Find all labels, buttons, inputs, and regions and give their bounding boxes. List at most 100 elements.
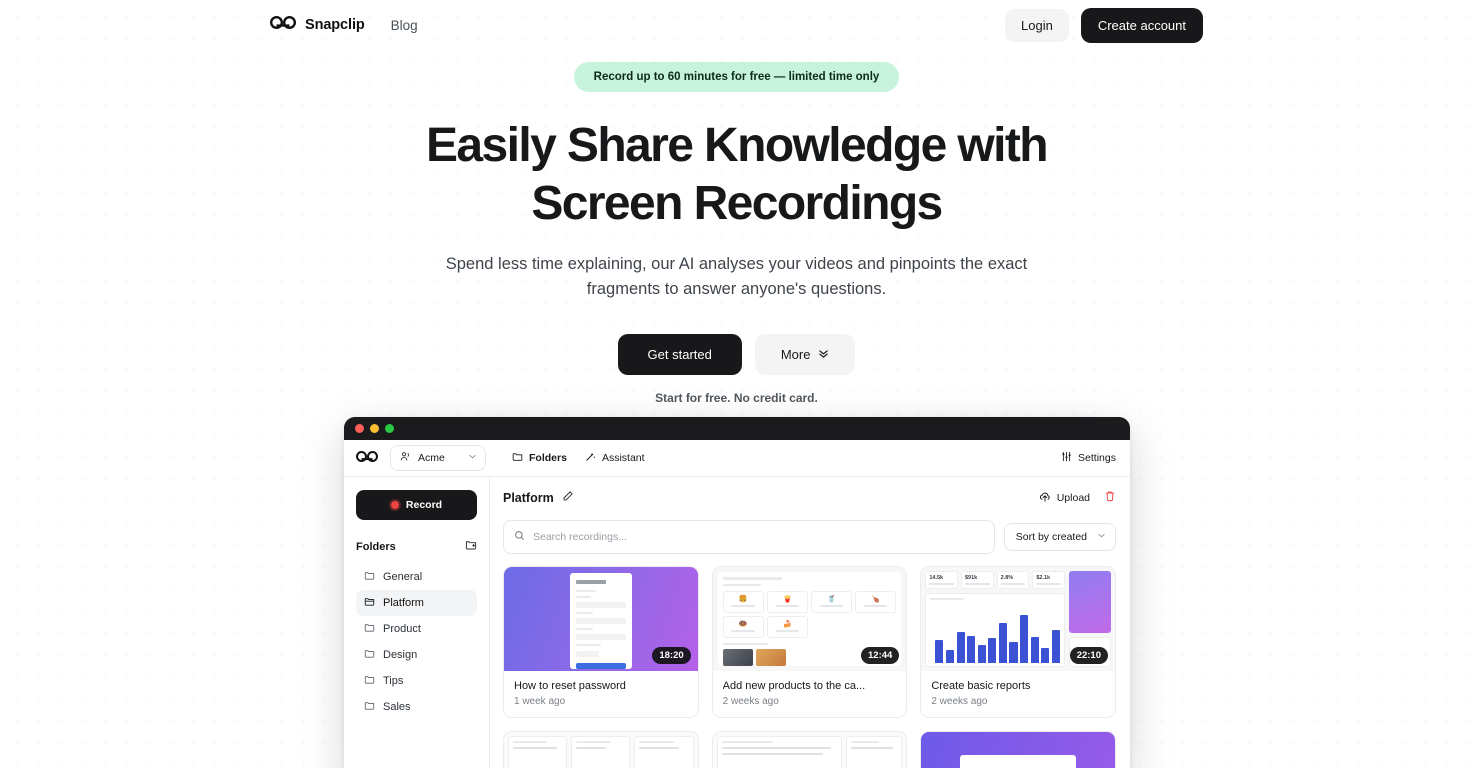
folder-list: General Platform Product Design Tips Sal… [356,564,477,720]
recording-meta: Create basic reports 2 weeks ago [921,671,1115,717]
recordings-grid: 18:20 How to reset password 1 week ago 🍔… [503,566,1116,768]
search-icon [514,528,525,546]
page-title: Easily Share Knowledge with Screen Recor… [0,122,1473,228]
app-top-tabs: Folders Assistant [512,451,645,465]
org-selector[interactable]: Acme [390,445,486,471]
recording-meta: Add new products to the ca... 2 weeks ag… [713,671,907,717]
nav-link-blog[interactable]: Blog [391,18,418,33]
more-button[interactable]: More [754,334,856,376]
recording-thumbnail [712,732,907,768]
window-title-bar [344,417,1130,440]
search-input[interactable] [533,531,984,543]
duration-badge: 18:20 [652,647,691,664]
window-zoom-icon[interactable] [385,424,394,433]
headline-line-1: Easily Share Knowledge with [426,119,1049,172]
recording-card[interactable]: 🍔 🍟 🥤 🍗 🍩 🍰 12:44 Add new products to th… [711,566,908,718]
app-main: Platform Upload Search recordings... Sor… [490,477,1130,768]
thumbnail-art-dashboard: 14.5k $91k 2.8% $2.1k [925,571,1065,667]
app-body: Record Folders General Platform Product … [344,477,1130,768]
sidebar-item-label: Tips [383,675,404,687]
window-close-icon[interactable] [355,424,364,433]
tab-folders[interactable]: Folders [512,451,567,465]
free-note: Start for free. No credit card. [655,391,818,406]
chevron-down-icon [1097,531,1106,543]
sidebar-item-general[interactable]: General [356,564,477,590]
recording-card[interactable] [711,731,908,768]
settings-label: Settings [1078,452,1116,464]
sidebar-item-product[interactable]: Product [356,616,477,642]
recording-card[interactable]: 18:20 How to reset password 1 week ago [503,566,699,718]
window-minimize-icon[interactable] [370,424,379,433]
folder-icon [364,700,375,714]
sidebar-item-label: General [383,571,423,583]
search-box[interactable] [503,520,995,554]
folder-icon [512,451,523,465]
upload-cloud-icon [1039,491,1051,506]
sliders-icon [1061,451,1072,465]
pencil-icon[interactable] [562,489,574,507]
get-started-button[interactable]: Get started [617,334,742,376]
hero-section: Record up to 60 minutes for free — limit… [0,62,1473,405]
recording-card[interactable] [503,731,699,768]
users-icon [400,451,411,465]
folder-icon [364,648,375,662]
recording-thumbnail [504,732,698,768]
thumbnail-art-form [569,573,632,669]
login-button[interactable]: Login [1005,8,1069,42]
recording-date: 1 week ago [514,696,566,707]
record-dot-icon [390,501,399,509]
sidebar-item-design[interactable]: Design [356,642,477,668]
hero-subtitle: Spend less time explaining, our AI analy… [445,255,1028,299]
settings-button[interactable]: Settings [1061,451,1116,465]
tab-folders-label: Folders [529,452,567,464]
trash-icon[interactable] [1104,489,1116,507]
chevron-down-icon [468,452,477,464]
search-row: Sort by created [503,520,1116,554]
recording-title: Create basic reports [931,680,1031,692]
headline-line-2: Screen Recordings [531,177,943,230]
more-button-label: More [780,347,811,363]
upload-button[interactable]: Upload [1039,491,1090,506]
record-button-label: Record [405,499,443,511]
recording-title: How to reset password [514,680,626,692]
folder-icon [364,674,375,688]
brand[interactable]: Snapclip [269,15,365,34]
recording-thumbnail: 🍔 🍟 🥤 🍗 🍩 🍰 12:44 [712,567,907,671]
app-topbar: Acme Folders Assistant Settings [344,440,1130,477]
recording-card[interactable]: 14.5k $91k 2.8% $2.1k 22:10 Create basic… [920,566,1116,718]
create-account-button[interactable]: Create account [1080,7,1203,43]
sort-select[interactable]: Sort by created [1003,523,1116,551]
promo-banner[interactable]: Record up to 60 minutes for free — limit… [573,62,900,92]
recording-thumbnail: 14.5k $91k 2.8% $2.1k 22:10 [921,567,1115,671]
sidebar-item-sales[interactable]: Sales [356,694,477,720]
org-name: Acme [418,452,445,464]
folder-plus-icon[interactable] [465,539,477,554]
recording-thumbnail: Verify Your Account [921,732,1115,768]
sidebar-item-platform[interactable]: Platform [356,590,477,616]
recording-date: 2 weeks ago [931,696,988,707]
verify-account-label: Verify Your Account [960,754,1077,768]
record-button[interactable]: Record [356,490,477,520]
sidebar-item-tips[interactable]: Tips [356,668,477,694]
folder-open-icon [364,596,375,610]
sort-label: Sort by created [1015,531,1087,543]
recording-card[interactable]: Verify Your Account [920,731,1116,768]
sidebar-item-label: Product [383,623,421,635]
recording-meta: How to reset password 1 week ago [504,671,698,717]
cta-row: Get started More [0,334,1473,376]
main-actions: Upload [1039,489,1116,507]
duration-badge: 12:44 [861,647,900,664]
upload-label: Upload [1056,492,1090,504]
nav-actions: Login Create account [1005,7,1203,43]
top-navbar: Snapclip Blog Login Create account [0,0,1473,50]
main-header: Platform Upload [503,489,1116,507]
nav-links: Blog [391,18,418,33]
app-preview-window: Acme Folders Assistant Settings Record F… [344,417,1130,768]
folder-icon [364,622,375,636]
tab-assistant[interactable]: Assistant [585,451,645,465]
sidebar-item-label: Platform [383,597,424,609]
brand-name: Snapclip [305,17,365,33]
cassette-icon [269,15,297,34]
folders-heading-row: Folders [356,539,477,554]
cassette-icon [355,449,379,467]
